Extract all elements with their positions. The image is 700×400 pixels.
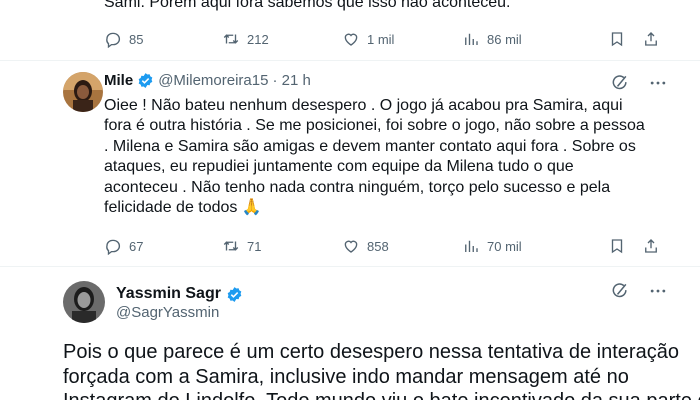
reply-header-icons [610, 73, 668, 93]
author-handle[interactable]: @Milemoreira15 [158, 72, 268, 89]
reply-tweet-text: Oiee ! Não bateu nenhum desespero . O jo… [104, 96, 684, 218]
reply-count: 67 [129, 238, 144, 254]
retweet-button[interactable]: 71 [222, 237, 342, 255]
like-button[interactable]: 1 mil [342, 30, 462, 48]
reply-text-line: aconteceu . Não tenho nada contra ningué… [104, 178, 611, 196]
avatar[interactable] [63, 281, 105, 323]
like-button[interactable]: 858 [342, 237, 462, 255]
like-count: 1 mil [367, 31, 395, 47]
author-name[interactable]: Yassmin Sagr [116, 285, 221, 303]
grok-icon[interactable] [610, 281, 630, 301]
main-tweet-text: Pois o que parece é um certo desespero n… [63, 340, 700, 400]
share-icon[interactable] [642, 30, 660, 48]
reply-text-line: Oiee ! Não bateu nenhum desespero . O jo… [104, 97, 623, 114]
divider [0, 266, 700, 267]
avatar-mile-image [63, 72, 103, 112]
grok-icon[interactable] [610, 73, 630, 93]
reply-icon [106, 32, 121, 48]
verified-badge-icon [138, 73, 153, 88]
reply-button[interactable]: 85 [104, 30, 222, 48]
verified-badge-icon [227, 286, 242, 302]
retweet-button[interactable]: 212 [222, 30, 342, 48]
tweet-thread: Sami. Porém aqui fora sabemos que isso n… [0, 0, 700, 400]
reply-count: 85 [129, 31, 144, 47]
divider [0, 60, 700, 61]
avatar-yassmin-image [63, 281, 105, 323]
reply-tweet-actions: 67 71 858 70 mil [104, 236, 660, 256]
retweet-icon [223, 34, 239, 44]
views-count: 86 mil [487, 31, 522, 47]
like-icon [344, 33, 358, 46]
views-button[interactable]: 86 mil [462, 30, 522, 48]
retweet-icon [223, 241, 239, 251]
reply-icon [106, 239, 121, 255]
bookmark-icon[interactable] [608, 30, 626, 48]
bookmark-icon[interactable] [608, 237, 626, 255]
share-icon[interactable] [642, 237, 660, 255]
tweet-time[interactable]: · 21 h [272, 72, 310, 89]
views-icon [465, 240, 478, 252]
reply-header: Mile @Milemoreira15 · 21 h [104, 72, 311, 89]
like-icon [344, 240, 358, 253]
more-icon[interactable] [648, 281, 668, 301]
retweet-count: 71 [247, 238, 262, 254]
views-button[interactable]: 70 mil [462, 237, 522, 255]
top-tweet-actions: 85 212 1 mil 86 mil [104, 29, 660, 49]
author-handle[interactable]: @SagrYassmin [116, 304, 219, 321]
reply-text-line: ataques, eu repudiei juntamente com equi… [104, 158, 574, 176]
author-name[interactable]: Mile [104, 72, 133, 89]
main-header-icons [610, 281, 668, 301]
reply-text-line: . Milena e Samira são amigas e devem man… [104, 137, 636, 155]
reply-text-line: fora é outra história . Se me posicionei… [104, 117, 645, 135]
top-tweet-text: Sami. Porém aqui fora sabemos que isso n… [104, 0, 511, 11]
reply-text-line: felicidade de todos 🙏 [104, 199, 262, 217]
main-text-line: Instagram do Lindolfo. Todo mundo viu o … [63, 389, 700, 400]
reply-button[interactable]: 67 [104, 237, 222, 255]
main-text-line: Pois o que parece é um certo desespero n… [63, 341, 679, 363]
main-author: Yassmin Sagr [116, 285, 243, 303]
like-count: 858 [367, 238, 389, 254]
avatar[interactable] [63, 72, 103, 112]
main-text-line: forçada com a Samira, inclusive indo man… [63, 365, 629, 388]
more-icon[interactable] [648, 73, 668, 93]
views-icon [465, 33, 478, 45]
retweet-count: 212 [247, 31, 269, 47]
views-count: 70 mil [487, 238, 522, 254]
